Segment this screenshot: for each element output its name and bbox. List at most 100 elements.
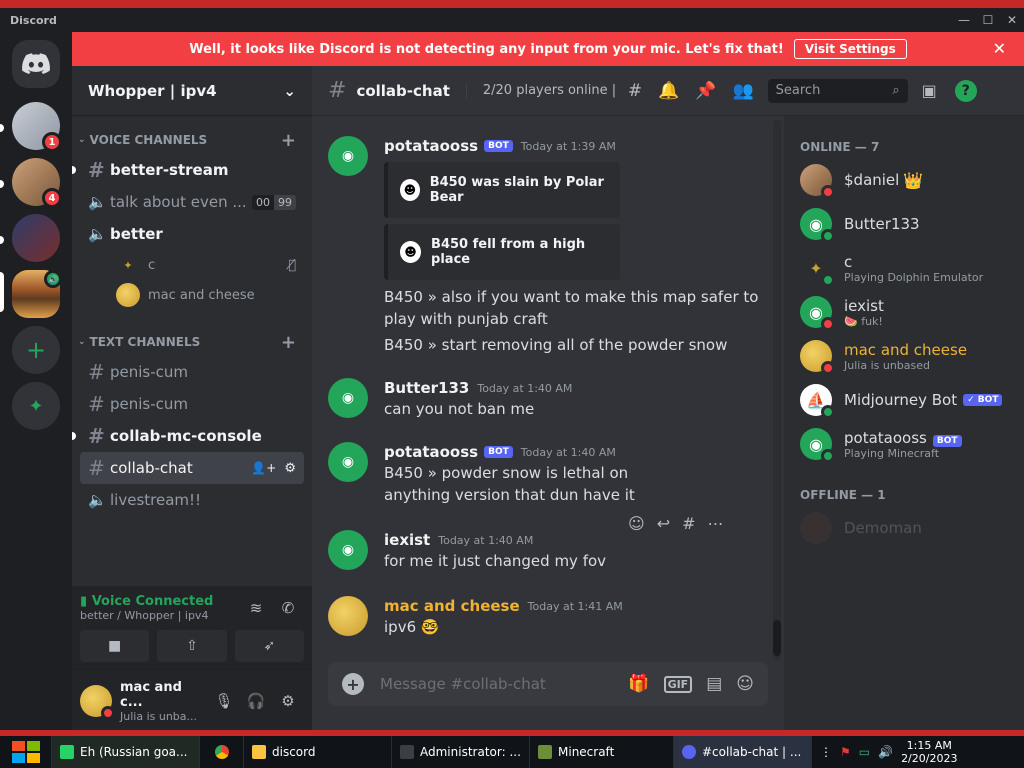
- search-input[interactable]: Search ⌕: [767, 78, 908, 103]
- message-author[interactable]: potataooss: [384, 443, 478, 461]
- channel-collab-chat[interactable]: # collab-chat 👤+ ⚙: [80, 452, 304, 484]
- member-item[interactable]: ◉ potataooss BOT Playing Minecraft: [784, 422, 1024, 466]
- message-input[interactable]: Message #collab-chat: [380, 675, 614, 693]
- message-text: can you not ban me: [384, 400, 535, 418]
- bot-badge: BOT: [484, 446, 513, 458]
- add-channel-icon[interactable]: +: [281, 332, 296, 353]
- message: ◉ potataooss BOT Today at 1:40 AM B450 »…: [328, 442, 768, 506]
- avatar[interactable]: ◉: [328, 136, 368, 176]
- bot-badge: BOT: [484, 140, 513, 152]
- status-dot: [821, 449, 835, 463]
- avatar[interactable]: ◉: [328, 530, 368, 570]
- gear-icon[interactable]: ⚙: [284, 461, 296, 476]
- invite-icon[interactable]: 👤+: [251, 461, 276, 475]
- channel-talk-about[interactable]: 🔈 talk about even ... 00 99: [80, 186, 304, 218]
- channel-better-stream[interactable]: # better-stream: [72, 154, 304, 186]
- flag-icon[interactable]: ⚑: [840, 745, 851, 759]
- members-icon[interactable]: 👥: [732, 81, 753, 101]
- dnd-status-icon: [101, 706, 115, 720]
- channel-livestream[interactable]: 🔈 livestream!!: [80, 484, 304, 516]
- start-button[interactable]: [0, 736, 52, 768]
- attach-button[interactable]: +: [342, 673, 364, 695]
- chat-scrollbar[interactable]: [773, 120, 781, 660]
- hash-icon: #: [88, 158, 105, 182]
- scrollbar-thumb[interactable]: [773, 620, 781, 656]
- help-icon[interactable]: ?: [954, 79, 977, 102]
- taskbar-item-whatsapp[interactable]: Eh (Russian goa...: [52, 736, 200, 768]
- add-server-button[interactable]: +: [12, 326, 60, 374]
- threads-icon[interactable]: #: [628, 81, 642, 101]
- noise-suppression-icon[interactable]: ≋: [240, 599, 272, 617]
- member-item[interactable]: ◉ iexist 🍉 fuk!: [784, 290, 1024, 334]
- minimize-button[interactable]: —: [952, 8, 976, 32]
- close-window-button[interactable]: ✕: [1000, 8, 1024, 32]
- explore-icon[interactable]: ✦: [12, 382, 60, 430]
- avatar[interactable]: ◉: [328, 378, 368, 418]
- member-item[interactable]: Demoman: [784, 506, 1024, 550]
- channel-penis-cum-1[interactable]: # penis-cum: [80, 356, 304, 388]
- mic-icon[interactable]: 🎙: [208, 692, 240, 710]
- message-timestamp: Today at 1:41 AM: [527, 599, 623, 613]
- camera-button[interactable]: ■: [80, 630, 150, 662]
- avatar[interactable]: [80, 685, 115, 720]
- add-channel-icon[interactable]: +: [281, 130, 296, 151]
- message-text: B450 » start removing all of the powder …: [384, 336, 728, 354]
- server-header[interactable]: Whopper | ipv4 ⌄: [72, 66, 312, 116]
- player-head-icon: ☻: [400, 241, 422, 263]
- channel-label: talk about even ...: [110, 193, 247, 211]
- member-item[interactable]: ⛵ Midjourney Bot ✓ BOT: [784, 378, 1024, 422]
- channel-topic[interactable]: 2/20 players online | ...: [465, 83, 616, 98]
- member-item[interactable]: ✦ c Playing Dolphin Emulator: [784, 246, 1024, 290]
- voice-user-mac[interactable]: mac and cheese: [116, 280, 312, 310]
- message-author[interactable]: potataooss: [384, 137, 478, 155]
- inbox-icon[interactable]: ▣: [922, 81, 937, 100]
- clock[interactable]: 1:15 AM 2/20/2023: [893, 739, 965, 765]
- message-author[interactable]: iexist: [384, 531, 430, 549]
- bell-icon[interactable]: 🔔: [658, 81, 679, 101]
- network-icon[interactable]: ▭: [859, 745, 870, 759]
- channel-collab-mc-console[interactable]: # collab-mc-console: [72, 420, 304, 452]
- activity-button[interactable]: ➶: [234, 630, 304, 662]
- screen-share-button[interactable]: ⇧: [157, 630, 227, 662]
- category-voice[interactable]: ⌄ VOICE CHANNELS +: [72, 126, 312, 154]
- visit-settings-button[interactable]: Visit Settings: [793, 39, 907, 59]
- discord-logo-icon: ◉: [341, 454, 355, 470]
- voice-user-c[interactable]: ✦ c 🎙̸: [116, 250, 312, 280]
- message: ◉ Butter133 Today at 1:40 AM can you not…: [328, 378, 768, 420]
- gift-icon[interactable]: 🎁: [628, 674, 649, 694]
- voice-location[interactable]: better / Whopper | ipv4: [80, 609, 240, 622]
- taskbar-item-explorer[interactable]: discord: [244, 736, 392, 768]
- channel-better[interactable]: 🔈 better: [80, 218, 304, 250]
- discord-logo-icon: ◉: [809, 434, 823, 454]
- tray-overflow-icon[interactable]: ⋮: [820, 745, 832, 759]
- bot-badge: BOT: [932, 434, 962, 447]
- member-item[interactable]: $daniel 👑: [784, 158, 1024, 202]
- home-button[interactable]: [12, 40, 60, 88]
- message-author[interactable]: Butter133: [384, 379, 469, 397]
- discord-logo-icon: ◉: [341, 148, 355, 164]
- maximize-button[interactable]: ☐: [976, 8, 1000, 32]
- server-icon-3[interactable]: [12, 214, 60, 262]
- avatar[interactable]: [328, 596, 368, 636]
- gif-button[interactable]: GIF: [663, 675, 693, 693]
- taskbar-item-discord[interactable]: #collab-chat | ...: [674, 736, 812, 768]
- volume-icon[interactable]: 🔊: [878, 745, 893, 759]
- disconnect-icon[interactable]: ✆: [272, 599, 304, 617]
- voice-status[interactable]: ▮ Voice Connected: [80, 594, 240, 609]
- sticker-icon[interactable]: ▤: [706, 674, 722, 694]
- member-item[interactable]: mac and cheese Julia is unbased: [784, 334, 1024, 378]
- emoji-icon[interactable]: ☺: [736, 674, 754, 694]
- pin-icon[interactable]: 📌: [695, 81, 716, 101]
- taskbar-item-chrome[interactable]: [200, 736, 244, 768]
- server-list: 1 4 🔊 + ✦: [0, 32, 72, 732]
- member-item[interactable]: ◉ Butter133: [784, 202, 1024, 246]
- taskbar-item-minecraft[interactable]: Minecraft: [530, 736, 674, 768]
- category-text[interactable]: ⌄ TEXT CHANNELS +: [72, 328, 312, 356]
- channel-penis-cum-2[interactable]: # penis-cum: [80, 388, 304, 420]
- message-author[interactable]: mac and cheese: [384, 597, 520, 615]
- taskbar-item-admin[interactable]: Administrator: ...: [392, 736, 530, 768]
- headphones-icon[interactable]: 🎧: [240, 692, 272, 710]
- avatar[interactable]: ◉: [328, 442, 368, 482]
- gear-icon[interactable]: ⚙: [272, 692, 304, 710]
- close-icon[interactable]: ✕: [993, 39, 1006, 58]
